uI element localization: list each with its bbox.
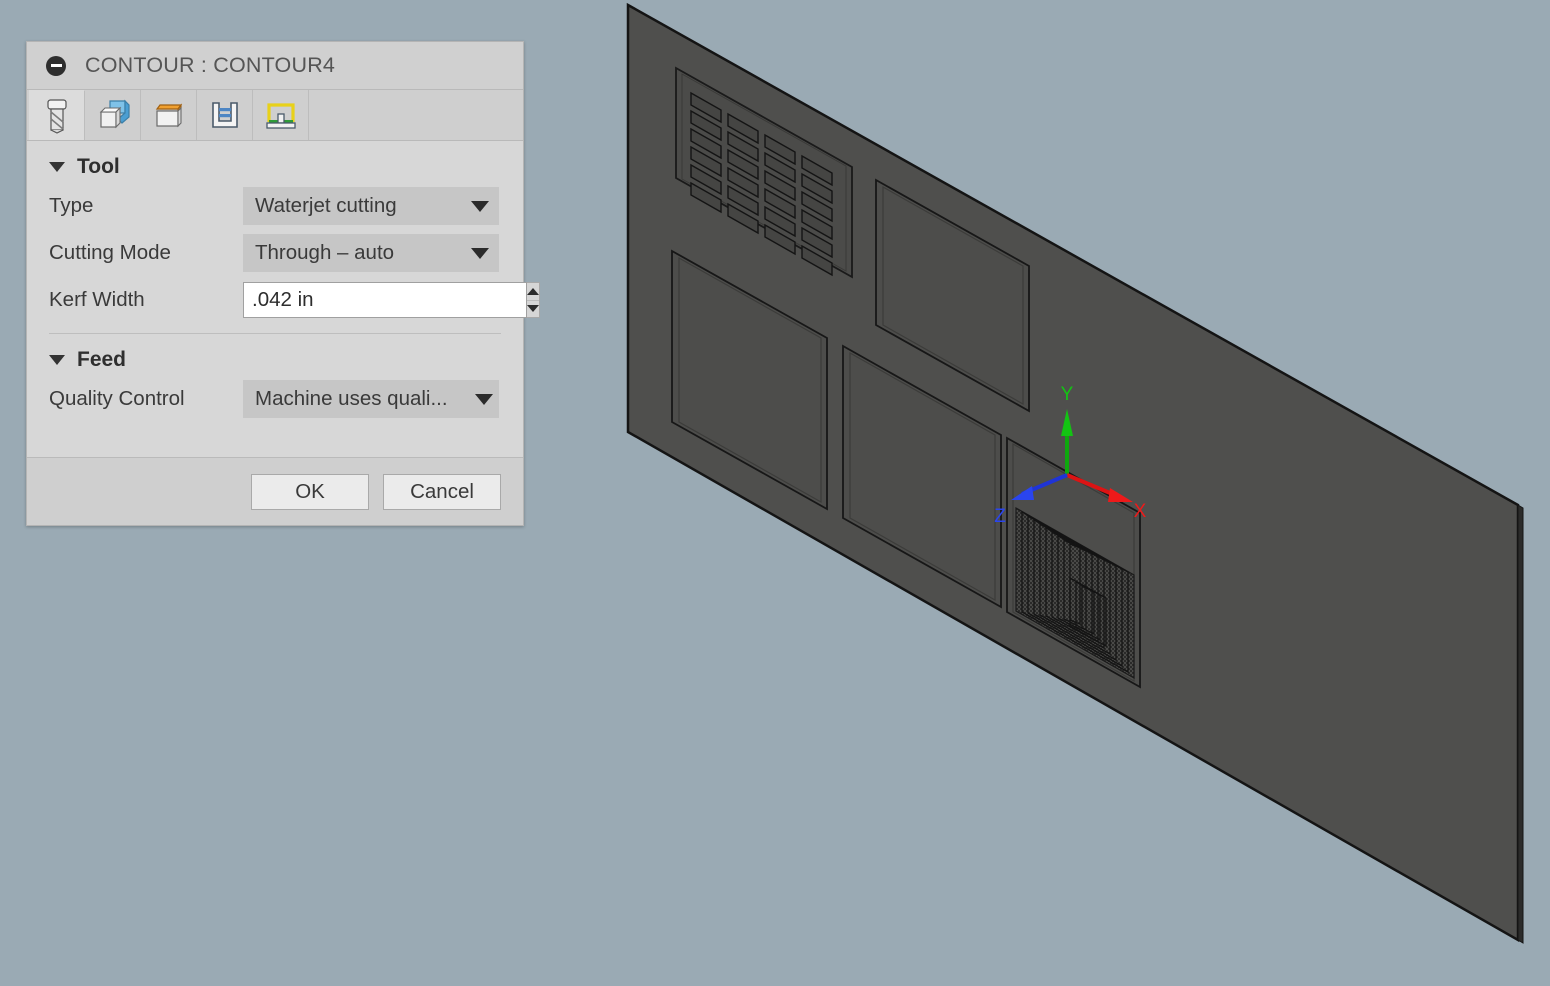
chevron-down-icon	[471, 247, 489, 259]
label-cutting-mode: Cutting Mode	[49, 241, 171, 264]
collapse-icon[interactable]	[46, 55, 66, 76]
label-type: Type	[49, 194, 94, 217]
type-select-value: Waterjet cutting	[255, 194, 397, 217]
dialog-titlebar[interactable]: CONTOUR : CONTOUR4	[27, 42, 523, 90]
section-title-tool: Tool	[77, 155, 120, 178]
passes-pocket-icon	[209, 99, 241, 131]
tab-tool[interactable]	[29, 90, 85, 140]
tab-passes[interactable]	[197, 90, 253, 140]
ok-button[interactable]: OK	[251, 473, 369, 510]
type-select[interactable]: Waterjet cutting	[243, 187, 499, 225]
row-quality-control: Quality Control Machine uses quali...	[27, 378, 523, 420]
kerf-width-input[interactable]	[243, 282, 527, 318]
quality-control-select[interactable]: Machine uses quali...	[243, 380, 499, 418]
triangle-up-icon	[527, 287, 539, 295]
stepper-up-button[interactable]	[527, 283, 539, 301]
dialog-tabstrip	[27, 90, 523, 141]
geometry-cubes-icon	[96, 98, 130, 132]
cancel-button[interactable]: Cancel	[383, 473, 501, 510]
label-quality-control: Quality Control	[49, 387, 185, 410]
dialog-footer: OK Cancel	[27, 457, 523, 525]
endmill-tool-icon	[42, 98, 72, 134]
row-type: Type Waterjet cutting	[27, 185, 523, 227]
application-window: Y X Z CONTOUR : CONTOUR4 Tool Type Water…	[0, 0, 1550, 986]
stepper-down-button[interactable]	[527, 301, 539, 318]
section-header-feed[interactable]: Feed	[27, 334, 523, 378]
cutting-mode-select[interactable]: Through – auto	[243, 234, 499, 272]
kerf-width-stepper[interactable]	[243, 282, 540, 318]
tab-geometry[interactable]	[85, 90, 141, 140]
quality-control-select-value: Machine uses quali...	[255, 387, 448, 410]
x-axis-label: X	[1134, 501, 1147, 522]
chevron-down-icon	[49, 355, 65, 365]
dialog-title: CONTOUR : CONTOUR4	[85, 53, 336, 77]
linking-lead-icon	[264, 100, 298, 130]
row-kerf-width: Kerf Width	[27, 279, 540, 321]
cutting-mode-select-value: Through – auto	[255, 241, 395, 264]
triangle-down-icon	[527, 305, 539, 313]
z-axis-label: Z	[994, 506, 1006, 527]
section-header-tool[interactable]: Tool	[27, 141, 523, 185]
stock-top-icon	[152, 99, 186, 131]
section-title-feed: Feed	[77, 348, 127, 371]
row-cutting-mode: Cutting Mode Through – auto	[27, 232, 523, 274]
tab-heights[interactable]	[141, 90, 197, 140]
tab-linking[interactable]	[253, 90, 309, 140]
chevron-down-icon	[49, 162, 65, 172]
chevron-down-icon	[471, 200, 489, 212]
label-kerf-width: Kerf Width	[49, 288, 145, 311]
dialog-body: Tool Type Waterjet cutting Cutting Mode …	[27, 141, 540, 457]
contour-operation-dialog: CONTOUR : CONTOUR4 Tool Type Waterjet cu…	[26, 41, 540, 526]
chevron-down-icon	[475, 393, 493, 405]
kerf-width-spin-buttons	[527, 282, 540, 318]
y-axis-label: Y	[1061, 384, 1074, 405]
